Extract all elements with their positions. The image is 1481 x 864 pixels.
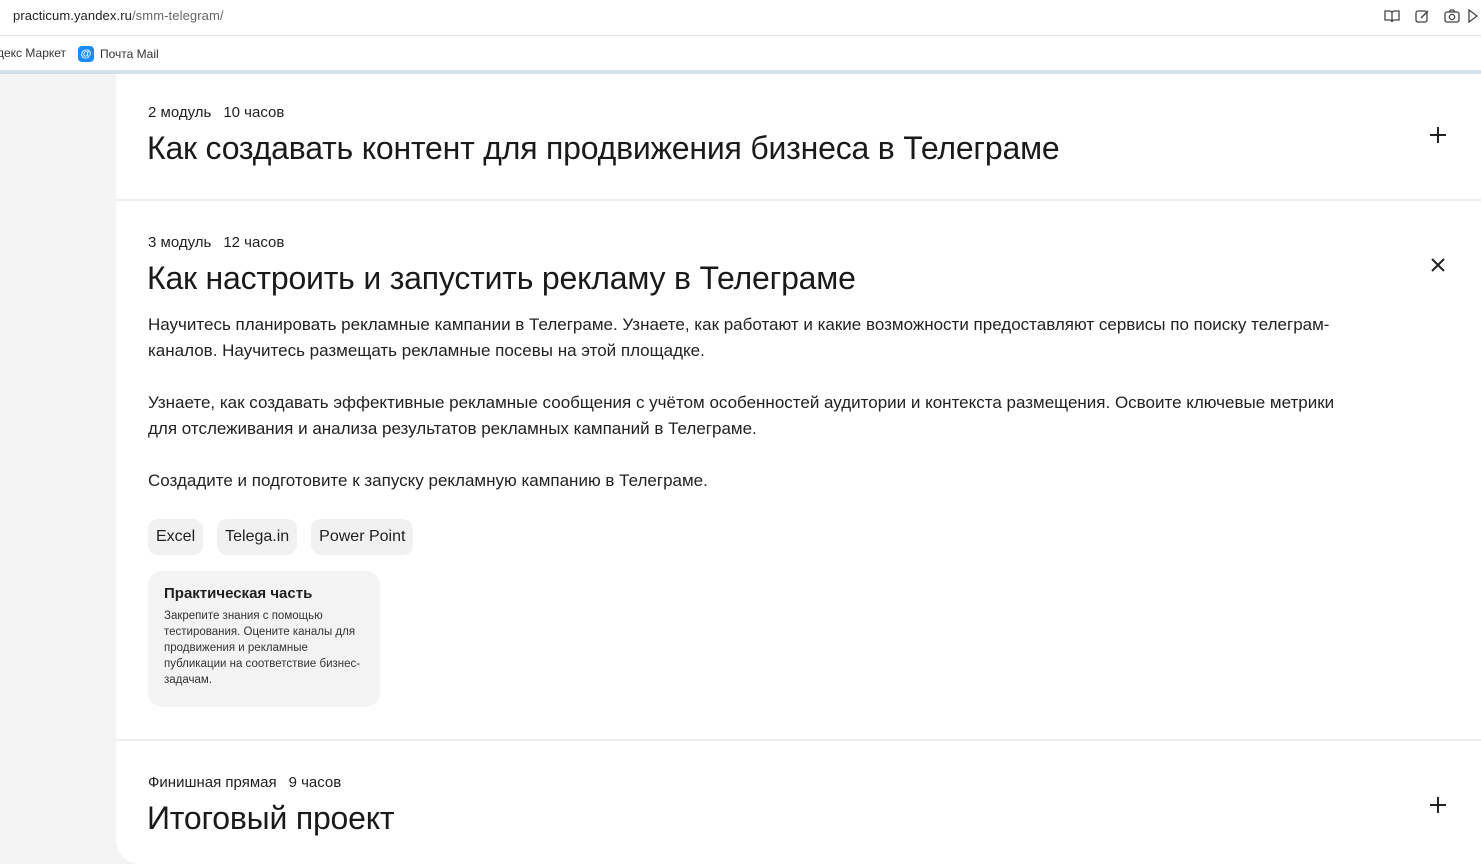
description-paragraph: Научитесь планировать рекламные кампании…: [148, 315, 1330, 360]
practice-title: Практическая часть: [164, 585, 313, 602]
bookmark-mail[interactable]: @ Почта Mail: [78, 46, 159, 62]
bookmark-label: Почта Mail: [100, 47, 159, 61]
plus-icon: [1430, 797, 1446, 813]
reader-mode-icon[interactable]: [1377, 6, 1407, 26]
module-meta: Финишная прямая 9 часов: [148, 774, 341, 791]
module-3[interactable]: 3 модуль 12 часов Как настроить и запусти…: [116, 201, 1481, 741]
module-meta: 2 модуль 10 часов: [148, 104, 284, 121]
expand-button[interactable]: [1424, 121, 1452, 149]
module-2[interactable]: 2 модуль 10 часов Как создавать контент д…: [116, 74, 1481, 201]
module-title: Итоговый проект: [147, 800, 395, 836]
mail-icon: @: [78, 46, 94, 62]
tools-list: Excel Telega.in Power Point: [148, 519, 427, 555]
url-path: /smm-telegram/: [131, 8, 224, 23]
edit-icon[interactable]: [1407, 6, 1437, 26]
description-paragraph: Создадите и подготовите к запуску реклам…: [148, 471, 708, 490]
description-paragraph: Узнаете, как создавать эффективные рекла…: [148, 393, 1335, 438]
practice-text: Закрепите знания с помощью тестирования.…: [164, 610, 361, 686]
plus-icon: [1430, 127, 1446, 143]
address-bar-actions: [1377, 6, 1481, 26]
practice-card: Практическая часть Закрепите знания с по…: [148, 571, 380, 707]
module-title: Как настроить и запустить рекламу в Теле…: [147, 260, 856, 296]
close-icon: [1431, 258, 1445, 272]
module-hours: 12 часов: [223, 234, 285, 251]
module-final[interactable]: Финишная прямая 9 часов Итоговый проект: [116, 741, 1481, 864]
tool-tag: Telega.in: [217, 519, 298, 555]
module-title: Как создавать контент для продвижения би…: [147, 130, 1060, 166]
url-text[interactable]: practicum.yandex.ru/smm-telegram/: [13, 8, 224, 23]
bookmark-market[interactable]: декс Маркет: [0, 46, 66, 60]
collapse-button[interactable]: [1424, 251, 1452, 279]
bookmark-label: декс Маркет: [0, 46, 67, 60]
address-bar[interactable]: practicum.yandex.ru/smm-telegram/: [0, 0, 1481, 36]
module-number: 2 модуль: [148, 104, 212, 121]
module-number: Финишная прямая: [148, 774, 277, 791]
url-host: practicum.yandex.ru: [13, 8, 132, 23]
tool-tag: Excel: [148, 519, 204, 555]
module-hours: 10 часов: [223, 104, 285, 121]
module-hours: 9 часов: [288, 774, 342, 791]
program-accordion: 2 модуль 10 часов Как создавать контент д…: [116, 74, 1481, 864]
module-description: Научитесь планировать рекламные кампании…: [148, 312, 1358, 520]
expand-button[interactable]: [1424, 791, 1452, 819]
bookmarks-bar: декс Маркет @ Почта Mail: [0, 36, 1481, 70]
tool-tag: Power Point: [311, 519, 414, 555]
more-icon[interactable]: [1467, 6, 1481, 26]
screenshot-icon[interactable]: [1437, 6, 1467, 26]
module-number: 3 модуль: [148, 234, 212, 251]
module-meta: 3 модуль 12 часов: [148, 234, 284, 251]
